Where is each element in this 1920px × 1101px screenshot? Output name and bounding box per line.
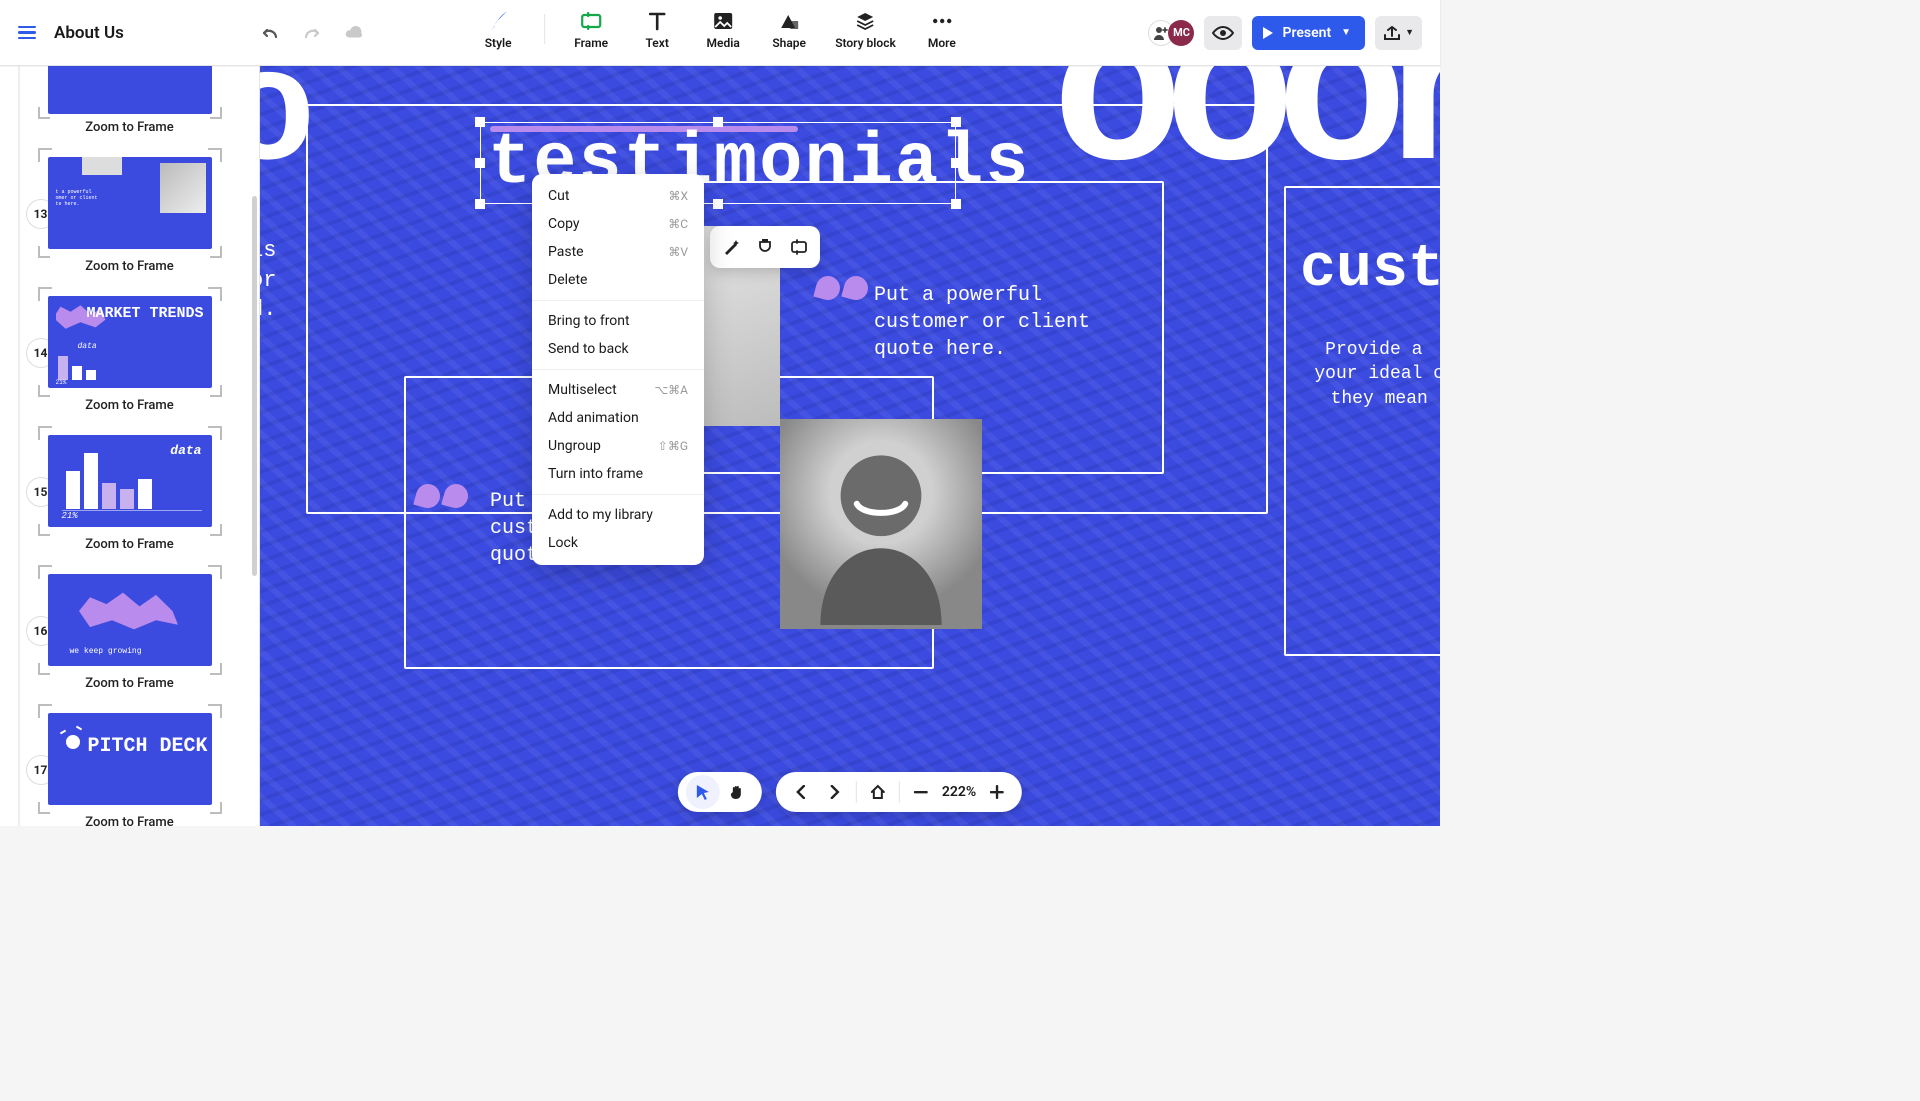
crop-frame-button[interactable] [784,232,814,262]
menu-ungroup[interactable]: Ungroup⇧⌘G [532,432,704,460]
shape-icon [778,10,800,32]
shape-label: Shape [772,36,806,50]
present-label: Present [1282,25,1331,41]
play-icon [1262,26,1274,40]
frame-item[interactable]: 17 PITCH DECK Zoom to Frame [43,709,217,826]
pointer-tool[interactable] [686,775,720,809]
menu-button[interactable] [18,26,36,40]
menu-send-back[interactable]: Send to back [532,335,704,363]
frame-item[interactable]: 14 MARKET TRENDS data 21% Zoom to Frame [43,292,217,413]
frame-item[interactable]: 16 we keep growing Zoom to Frame [43,570,217,691]
style-label: Style [485,36,512,50]
thumb-sub: data [78,342,97,351]
frame-icon [580,10,602,32]
separator [544,14,545,44]
hand-tool[interactable] [720,775,754,809]
thumb-title: PITCH DECK [88,737,208,756]
style-tool[interactable]: Style [478,10,518,50]
storyblock-tool[interactable]: Story block [835,10,896,50]
home-button[interactable] [861,775,895,809]
quote-text[interactable]: Put a powerful customer or client quote … [874,282,1114,363]
frames-panel: Zoom to Frame 13 t a powerful omer or cl… [0,66,260,826]
share-button[interactable]: ▼ [1375,16,1422,50]
present-button[interactable]: Present ▼ [1252,16,1365,50]
undo-button[interactable] [260,23,280,43]
photo[interactable] [780,419,982,629]
media-tool[interactable]: Media [703,10,743,50]
collaborators[interactable]: MC [1148,20,1194,46]
frame-item[interactable]: 13 t a powerful omer or client te here. … [43,153,217,274]
frame-label: Zoom to Frame [85,259,173,274]
frame-tool[interactable]: Frame [571,10,611,50]
canvas-text-fragment: is or d. [260,236,276,325]
prev-frame-button[interactable] [784,775,818,809]
quote-text-fragment: Put cust quot [490,488,538,569]
frame-label: Zoom to Frame [85,120,173,135]
quote-icon [416,484,472,512]
more-tool[interactable]: More [922,10,962,50]
thumb-title: MARKET TRENDS [86,306,203,321]
chevron-down-icon: ▼ [1341,27,1351,38]
thumb-title: we keep growing [70,648,142,656]
next-frame-button[interactable] [818,775,852,809]
preview-button[interactable] [1204,16,1242,50]
menu-paste[interactable]: Paste⌘V [532,238,704,266]
menu-add-library[interactable]: Add to my library [532,501,704,529]
frame-label: Zoom to Frame [85,676,173,691]
canvas-text-fragment: cust [1300,236,1440,304]
menu-cut[interactable]: Cut⌘X [532,182,704,210]
text-icon [646,10,668,32]
frame-label: Zoom to Frame [85,537,173,552]
floating-toolbar [710,226,820,268]
shape-tool[interactable]: Shape [769,10,809,50]
avatar[interactable]: MC [1168,20,1194,46]
thumb-text: t a powerful omer or client te here. [56,189,98,207]
top-toolbar: About Us Style Frame Text Media [0,0,1440,66]
color-bucket-button[interactable] [750,232,780,262]
frame-label: Frame [574,36,608,50]
document-title[interactable]: About Us [54,23,124,43]
media-label: Media [707,36,740,50]
zoom-in-button[interactable] [980,775,1014,809]
redo-button[interactable] [302,23,322,43]
context-menu: Cut⌘X Copy⌘C Paste⌘V Delete Bring to fro… [532,174,704,565]
frame-item[interactable]: 15 data 21% Zoom to Frame [43,431,217,552]
zoom-value[interactable]: 222% [938,784,980,800]
menu-copy[interactable]: Copy⌘C [532,210,704,238]
menu-turn-into-frame[interactable]: Turn into frame [532,460,704,488]
storyblock-icon [855,10,877,32]
timeline-rail [18,66,20,826]
zoom-out-button[interactable] [904,775,938,809]
ai-magic-button[interactable] [716,232,746,262]
quote-icon [816,276,872,304]
canvas-text-fragment: Provide a your ideal c they mean [1314,338,1440,411]
thumb-title: data [170,443,201,458]
chevron-down-icon: ▼ [1405,27,1414,38]
text-label: Text [645,36,668,50]
eye-icon [1212,26,1234,40]
thumb-pct: 21% [62,511,78,521]
brush-icon [487,10,509,32]
frame-label: Zoom to Frame [85,398,173,413]
thumb-pct: 21% [56,379,67,386]
menu-delete[interactable]: Delete [532,266,704,294]
text-tool[interactable]: Text [637,10,677,50]
frame-item[interactable]: Zoom to Frame [43,66,217,135]
menu-bring-front[interactable]: Bring to front [532,307,704,335]
storyblock-label: Story block [835,36,896,50]
menu-multiselect[interactable]: Multiselect⌥⌘A [532,376,704,404]
bottom-toolbar: 222% [678,772,1022,812]
menu-lock[interactable]: Lock [532,529,704,557]
export-icon [1383,25,1401,41]
menu-add-animation[interactable]: Add animation [532,404,704,432]
media-icon [712,10,734,32]
canvas[interactable]: ooon o is or d. testimonials Put a power… [260,66,1440,826]
more-label: More [928,36,956,50]
frame-label: Zoom to Frame [85,815,173,826]
more-icon [931,10,953,32]
cloud-sync-icon[interactable] [344,23,364,43]
